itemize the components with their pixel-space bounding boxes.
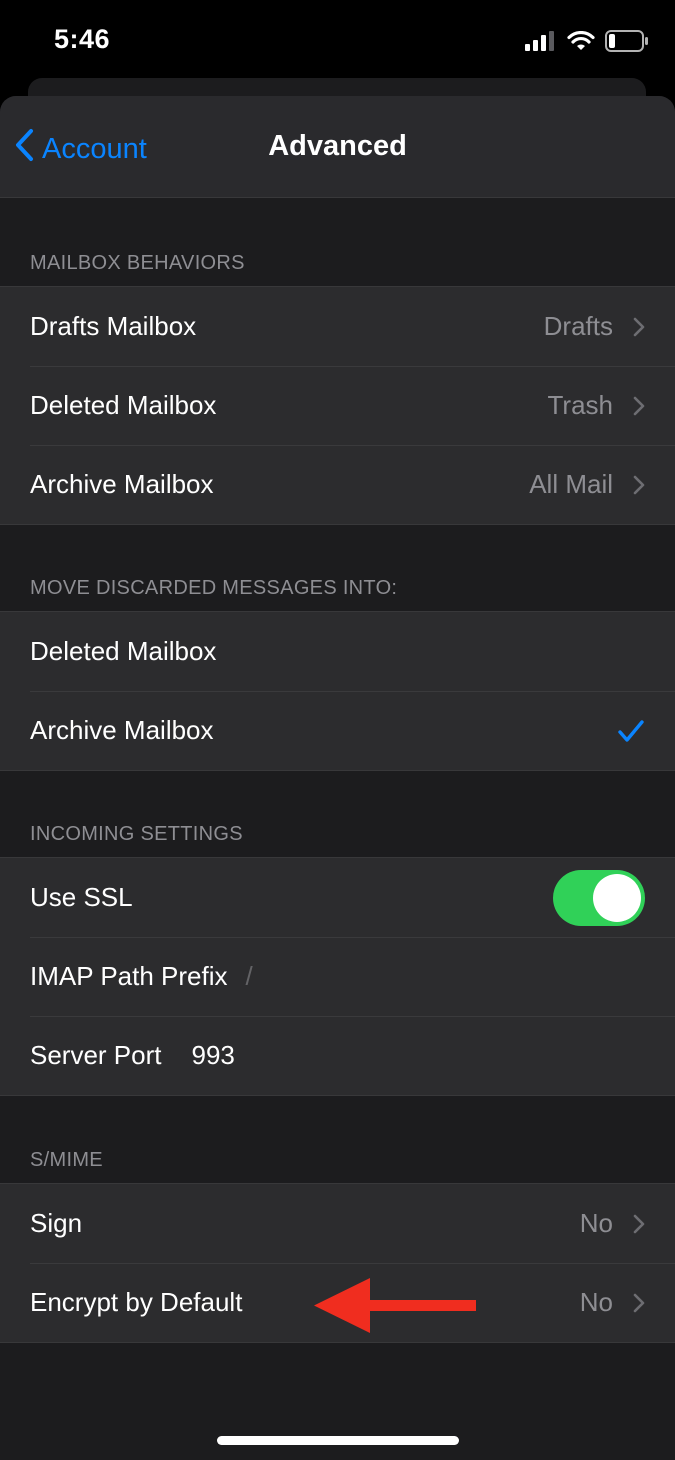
chevron-right-icon (633, 396, 645, 416)
section-header-move-discarded: MOVE DISCARDED MESSAGES INTO: (30, 577, 398, 599)
chevron-right-icon (633, 317, 645, 337)
imap-path-prefix-row[interactable]: IMAP Path Prefix / (0, 937, 675, 1016)
archive-mailbox-row[interactable]: Archive Mailbox All Mail (0, 445, 675, 524)
status-icons (525, 30, 649, 57)
row-label: Drafts Mailbox (30, 311, 197, 341)
row-label: Sign (30, 1208, 83, 1238)
row-label: Encrypt by Default (30, 1287, 243, 1317)
row-label: Server Port (30, 1040, 162, 1070)
row-label: Archive Mailbox (30, 469, 214, 499)
use-ssl-toggle[interactable] (553, 869, 645, 926)
advanced-settings-sheet: Account Advanced MAILBOX BEHAVIORS Draft… (0, 96, 675, 1460)
move-discarded-group: Deleted Mailbox Archive Mailbox (0, 611, 675, 771)
chevron-right-icon (633, 1214, 645, 1234)
home-indicator[interactable] (217, 1436, 459, 1445)
sign-row[interactable]: Sign No (0, 1184, 675, 1263)
status-time: 5:46 (54, 24, 111, 54)
imap-path-prefix-input[interactable]: / (246, 961, 253, 992)
page-title: Advanced (268, 130, 407, 162)
navigation-bar: Account Advanced (0, 96, 675, 198)
row-label: Deleted Mailbox (30, 390, 217, 420)
section-header-smime: S/MIME (30, 1149, 103, 1171)
red-arrow-icon (312, 1278, 478, 1339)
row-value: No (579, 1208, 613, 1238)
deleted-mailbox-row[interactable]: Deleted Mailbox Trash (0, 366, 675, 445)
discard-to-archive-mailbox-option[interactable]: Archive Mailbox (0, 691, 675, 770)
row-value: Drafts (543, 311, 613, 341)
incoming-settings-group: Use SSL IMAP Path Prefix / Server Port 9… (0, 857, 675, 1096)
section-header-mailbox-behaviors: MAILBOX BEHAVIORS (30, 252, 245, 274)
discard-to-deleted-mailbox-option[interactable]: Deleted Mailbox (0, 612, 675, 691)
cellular-signal-icon (525, 31, 557, 56)
row-value: No (579, 1287, 613, 1317)
row-label: Use SSL (30, 882, 133, 912)
server-port-input[interactable]: 993 (192, 1040, 235, 1071)
mailbox-behaviors-group: Drafts Mailbox Drafts Deleted Mailbox Tr… (0, 286, 675, 525)
chevron-right-icon (633, 1293, 645, 1313)
section-header-incoming-settings: INCOMING SETTINGS (30, 823, 243, 845)
server-port-row[interactable]: Server Port 993 (0, 1016, 675, 1095)
row-value: All Mail (529, 469, 613, 499)
row-label: IMAP Path Prefix (30, 961, 228, 991)
use-ssl-row: Use SSL (0, 858, 675, 937)
battery-icon (605, 30, 649, 57)
chevron-right-icon (633, 475, 645, 495)
toggle-knob (593, 873, 641, 922)
row-value: Trash (547, 390, 614, 420)
drafts-mailbox-row[interactable]: Drafts Mailbox Drafts (0, 287, 675, 366)
row-label: Archive Mailbox (30, 715, 214, 745)
status-bar: 5:46 (0, 0, 675, 80)
wifi-icon (567, 30, 595, 56)
checkmark-icon (617, 719, 645, 743)
row-label: Deleted Mailbox (30, 636, 217, 666)
